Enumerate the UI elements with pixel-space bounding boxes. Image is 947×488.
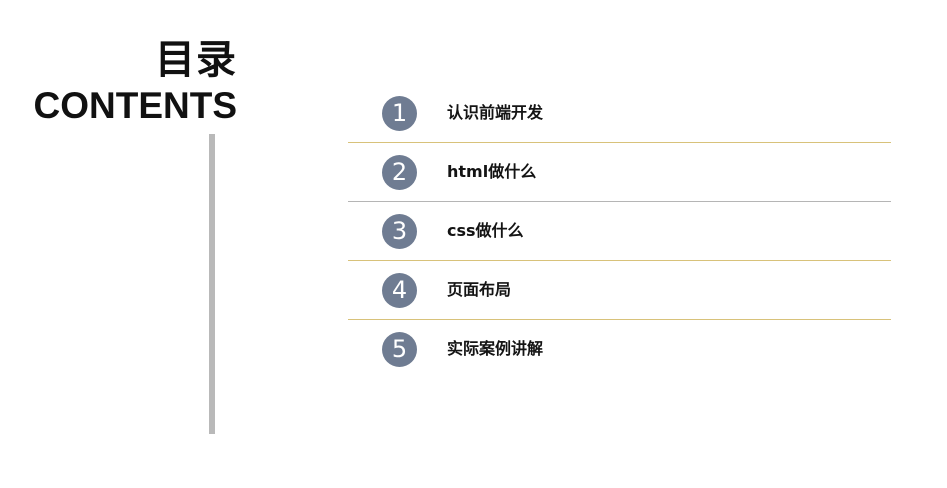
toc-item-label: 页面布局 <box>447 280 512 299</box>
number-badge: 1 <box>382 95 417 131</box>
toc-item-1[interactable]: 1 认识前端开发 <box>348 84 891 142</box>
toc-item-3[interactable]: 3 css做什么 <box>348 202 891 260</box>
toc-item-2[interactable]: 2 html做什么 <box>348 143 891 201</box>
number-badge: 3 <box>382 213 417 249</box>
number-badge: 2 <box>382 154 417 190</box>
number-badge: 4 <box>382 272 417 308</box>
vertical-divider <box>209 134 215 434</box>
toc-item-label: css做什么 <box>447 221 524 240</box>
toc-item-label: 认识前端开发 <box>447 103 544 122</box>
toc-item-label: html做什么 <box>447 162 537 181</box>
toc-item-5[interactable]: 5 实际案例讲解 <box>348 320 891 378</box>
toc-item-label: 实际案例讲解 <box>447 339 544 358</box>
table-of-contents: 1 认识前端开发 2 html做什么 3 css做什么 4 页面布局 5 实际案… <box>348 84 891 378</box>
page-title-cn: 目录 <box>155 37 237 83</box>
page-title-en: CONTENTS <box>33 85 238 126</box>
toc-item-4[interactable]: 4 页面布局 <box>348 261 891 319</box>
number-badge: 5 <box>382 331 417 367</box>
